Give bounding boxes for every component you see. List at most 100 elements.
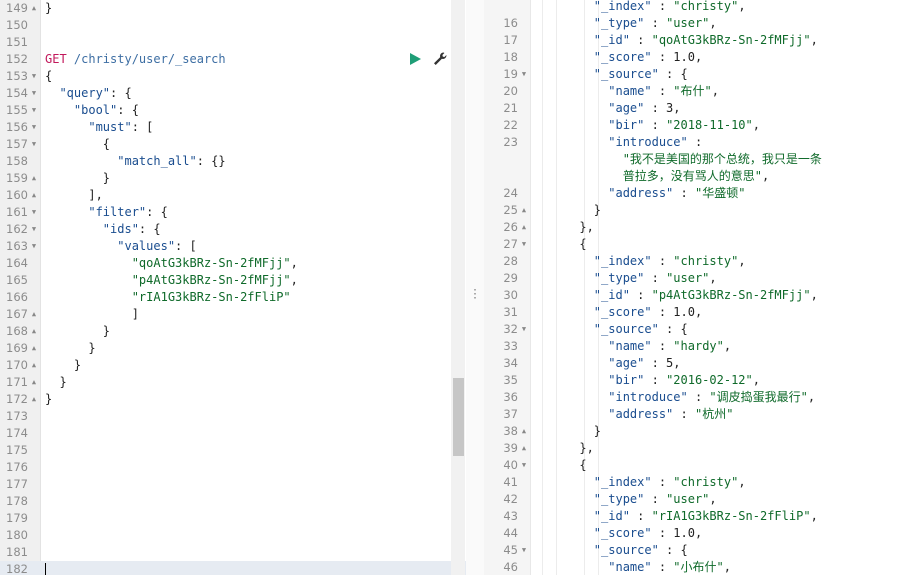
response-line[interactable]: 32 ▼ "_source" : {: [484, 321, 904, 338]
wrench-icon[interactable]: [432, 51, 448, 67]
request-line[interactable]: 171 ▲ }: [0, 374, 466, 391]
response-line[interactable]: 27 ▼ {: [484, 236, 904, 253]
request-line[interactable]: 173: [0, 408, 466, 425]
request-line[interactable]: 156 ▼ "must": [: [0, 119, 466, 136]
fold-up-icon[interactable]: ▲: [519, 219, 529, 236]
response-line[interactable]: 28 "_index" : "christy",: [484, 253, 904, 270]
response-line[interactable]: 22 "bir" : "2018-11-10",: [484, 117, 904, 134]
response-line[interactable]: 45 ▼ "_source" : {: [484, 542, 904, 559]
request-line[interactable]: 160 ▲ ],: [0, 187, 466, 204]
response-line[interactable]: 18 "_score" : 1.0,: [484, 49, 904, 66]
response-line[interactable]: 38 ▲ }: [484, 423, 904, 440]
splitter-grip-icon[interactable]: · · ·: [472, 286, 478, 304]
response-line[interactable]: 31 "_score" : 1.0,: [484, 304, 904, 321]
fold-up-icon[interactable]: ▲: [29, 306, 39, 323]
request-line[interactable]: 149 ▲}: [0, 0, 466, 17]
request-line[interactable]: 159 ▲ }: [0, 170, 466, 187]
response-line[interactable]: 20 "name" : "布什",: [484, 83, 904, 100]
request-line[interactable]: 150: [0, 17, 466, 34]
request-line[interactable]: 155 ▼ "bool": {: [0, 102, 466, 119]
response-line[interactable]: 普拉多，没有骂人的意思",: [484, 168, 904, 185]
response-line[interactable]: 34 "age" : 5,: [484, 355, 904, 372]
response-line[interactable]: "_index" : "christy",: [484, 0, 904, 15]
request-line[interactable]: 182: [0, 561, 466, 575]
request-line[interactable]: 162 ▼ "ids": {: [0, 221, 466, 238]
request-line[interactable]: 163 ▼ "values": [: [0, 238, 466, 255]
fold-down-icon[interactable]: ▼: [29, 85, 39, 102]
fold-down-icon[interactable]: ▼: [29, 102, 39, 119]
response-line[interactable]: 24 "address" : "华盛顿": [484, 185, 904, 202]
pane-splitter[interactable]: · · ·: [466, 0, 484, 575]
fold-down-icon[interactable]: ▼: [29, 68, 39, 85]
response-line[interactable]: 17 "_id" : "qoAtG3kBRz-Sn-2fMFjj",: [484, 32, 904, 49]
fold-down-icon[interactable]: ▼: [519, 542, 529, 559]
request-line[interactable]: 174: [0, 425, 466, 442]
response-line[interactable]: 29 "_type" : "user",: [484, 270, 904, 287]
request-line[interactable]: 180: [0, 527, 466, 544]
fold-up-icon[interactable]: ▲: [29, 374, 39, 391]
response-line[interactable]: 40 ▼ {: [484, 457, 904, 474]
request-line[interactable]: 169 ▲ }: [0, 340, 466, 357]
response-line[interactable]: 23 "introduce" :: [484, 134, 904, 151]
fold-up-icon[interactable]: ▲: [29, 391, 39, 408]
request-line[interactable]: 181: [0, 544, 466, 561]
fold-up-icon[interactable]: ▲: [29, 170, 39, 187]
fold-down-icon[interactable]: ▼: [29, 204, 39, 221]
request-line[interactable]: 178: [0, 493, 466, 510]
fold-up-icon[interactable]: ▲: [519, 440, 529, 457]
response-line[interactable]: 26 ▲ },: [484, 219, 904, 236]
response-line[interactable]: 19 ▼ "_source" : {: [484, 66, 904, 83]
request-line[interactable]: 167 ▲ ]: [0, 306, 466, 323]
request-line[interactable]: 161 ▼ "filter": {: [0, 204, 466, 221]
fold-down-icon[interactable]: ▼: [29, 238, 39, 255]
response-viewer[interactable]: "_index" : "christy", 16 "_type" : "user"…: [484, 0, 904, 575]
response-line[interactable]: 25 ▲ }: [484, 202, 904, 219]
fold-up-icon[interactable]: ▲: [519, 202, 529, 219]
request-scrollbar[interactable]: [451, 0, 465, 575]
response-line[interactable]: 46 "name" : "小布什",: [484, 559, 904, 575]
request-line[interactable]: 151: [0, 34, 466, 51]
response-line[interactable]: 35 "bir" : "2016-02-12",: [484, 372, 904, 389]
request-line[interactable]: 153 ▼ {: [0, 68, 466, 85]
request-line[interactable]: 166 "rIA1G3kBRz-Sn-2fFliP": [0, 289, 466, 306]
request-line[interactable]: 165 "p4AtG3kBRz-Sn-2fMFjj",: [0, 272, 466, 289]
fold-up-icon[interactable]: ▲: [29, 357, 39, 374]
response-line[interactable]: 44 "_score" : 1.0,: [484, 525, 904, 542]
fold-down-icon[interactable]: ▼: [519, 236, 529, 253]
request-line[interactable]: 170 ▲ }: [0, 357, 466, 374]
response-line[interactable]: 42 "_type" : "user",: [484, 491, 904, 508]
response-line[interactable]: 37 "address" : "杭州": [484, 406, 904, 423]
fold-up-icon[interactable]: ▲: [29, 187, 39, 204]
fold-down-icon[interactable]: ▼: [29, 119, 39, 136]
run-request-button[interactable]: [410, 53, 421, 65]
request-scrollbar-thumb[interactable]: [453, 378, 464, 456]
fold-down-icon[interactable]: ▼: [29, 136, 39, 153]
response-line[interactable]: 33 "name" : "hardy",: [484, 338, 904, 355]
fold-up-icon[interactable]: ▲: [29, 323, 39, 340]
request-line[interactable]: 164 "qoAtG3kBRz-Sn-2fMFjj",: [0, 255, 466, 272]
request-editor[interactable]: 149 ▲} 150 151 152 GET /christy/user/_search 1…: [0, 0, 467, 575]
request-line[interactable]: 176: [0, 459, 466, 476]
request-line[interactable]: 175: [0, 442, 466, 459]
response-line[interactable]: 36 "introduce" : "调皮捣蛋我最行",: [484, 389, 904, 406]
request-line[interactable]: 157 ▼ {: [0, 136, 466, 153]
response-line[interactable]: 21 "age" : 3,: [484, 100, 904, 117]
fold-down-icon[interactable]: ▼: [519, 66, 529, 83]
request-line[interactable]: 158 "match_all": {}: [0, 153, 466, 170]
request-line[interactable]: 152 GET /christy/user/_search: [0, 51, 466, 68]
request-line[interactable]: 177: [0, 476, 466, 493]
response-line[interactable]: 30 "_id" : "p4AtG3kBRz-Sn-2fMFjj",: [484, 287, 904, 304]
response-line[interactable]: 43 "_id" : "rIA1G3kBRz-Sn-2fFliP",: [484, 508, 904, 525]
fold-down-icon[interactable]: ▼: [519, 457, 529, 474]
request-line[interactable]: 168 ▲ }: [0, 323, 466, 340]
fold-up-icon[interactable]: ▲: [29, 340, 39, 357]
request-line[interactable]: 154 ▼ "query": {: [0, 85, 466, 102]
fold-up-icon[interactable]: ▲: [519, 423, 529, 440]
fold-down-icon[interactable]: ▼: [29, 221, 39, 238]
response-line[interactable]: 16 "_type" : "user",: [484, 15, 904, 32]
response-line[interactable]: 41 "_index" : "christy",: [484, 474, 904, 491]
fold-up-icon[interactable]: ▲: [29, 0, 39, 17]
request-line[interactable]: 179: [0, 510, 466, 527]
response-line[interactable]: 39 ▲ },: [484, 440, 904, 457]
fold-down-icon[interactable]: ▼: [519, 321, 529, 338]
